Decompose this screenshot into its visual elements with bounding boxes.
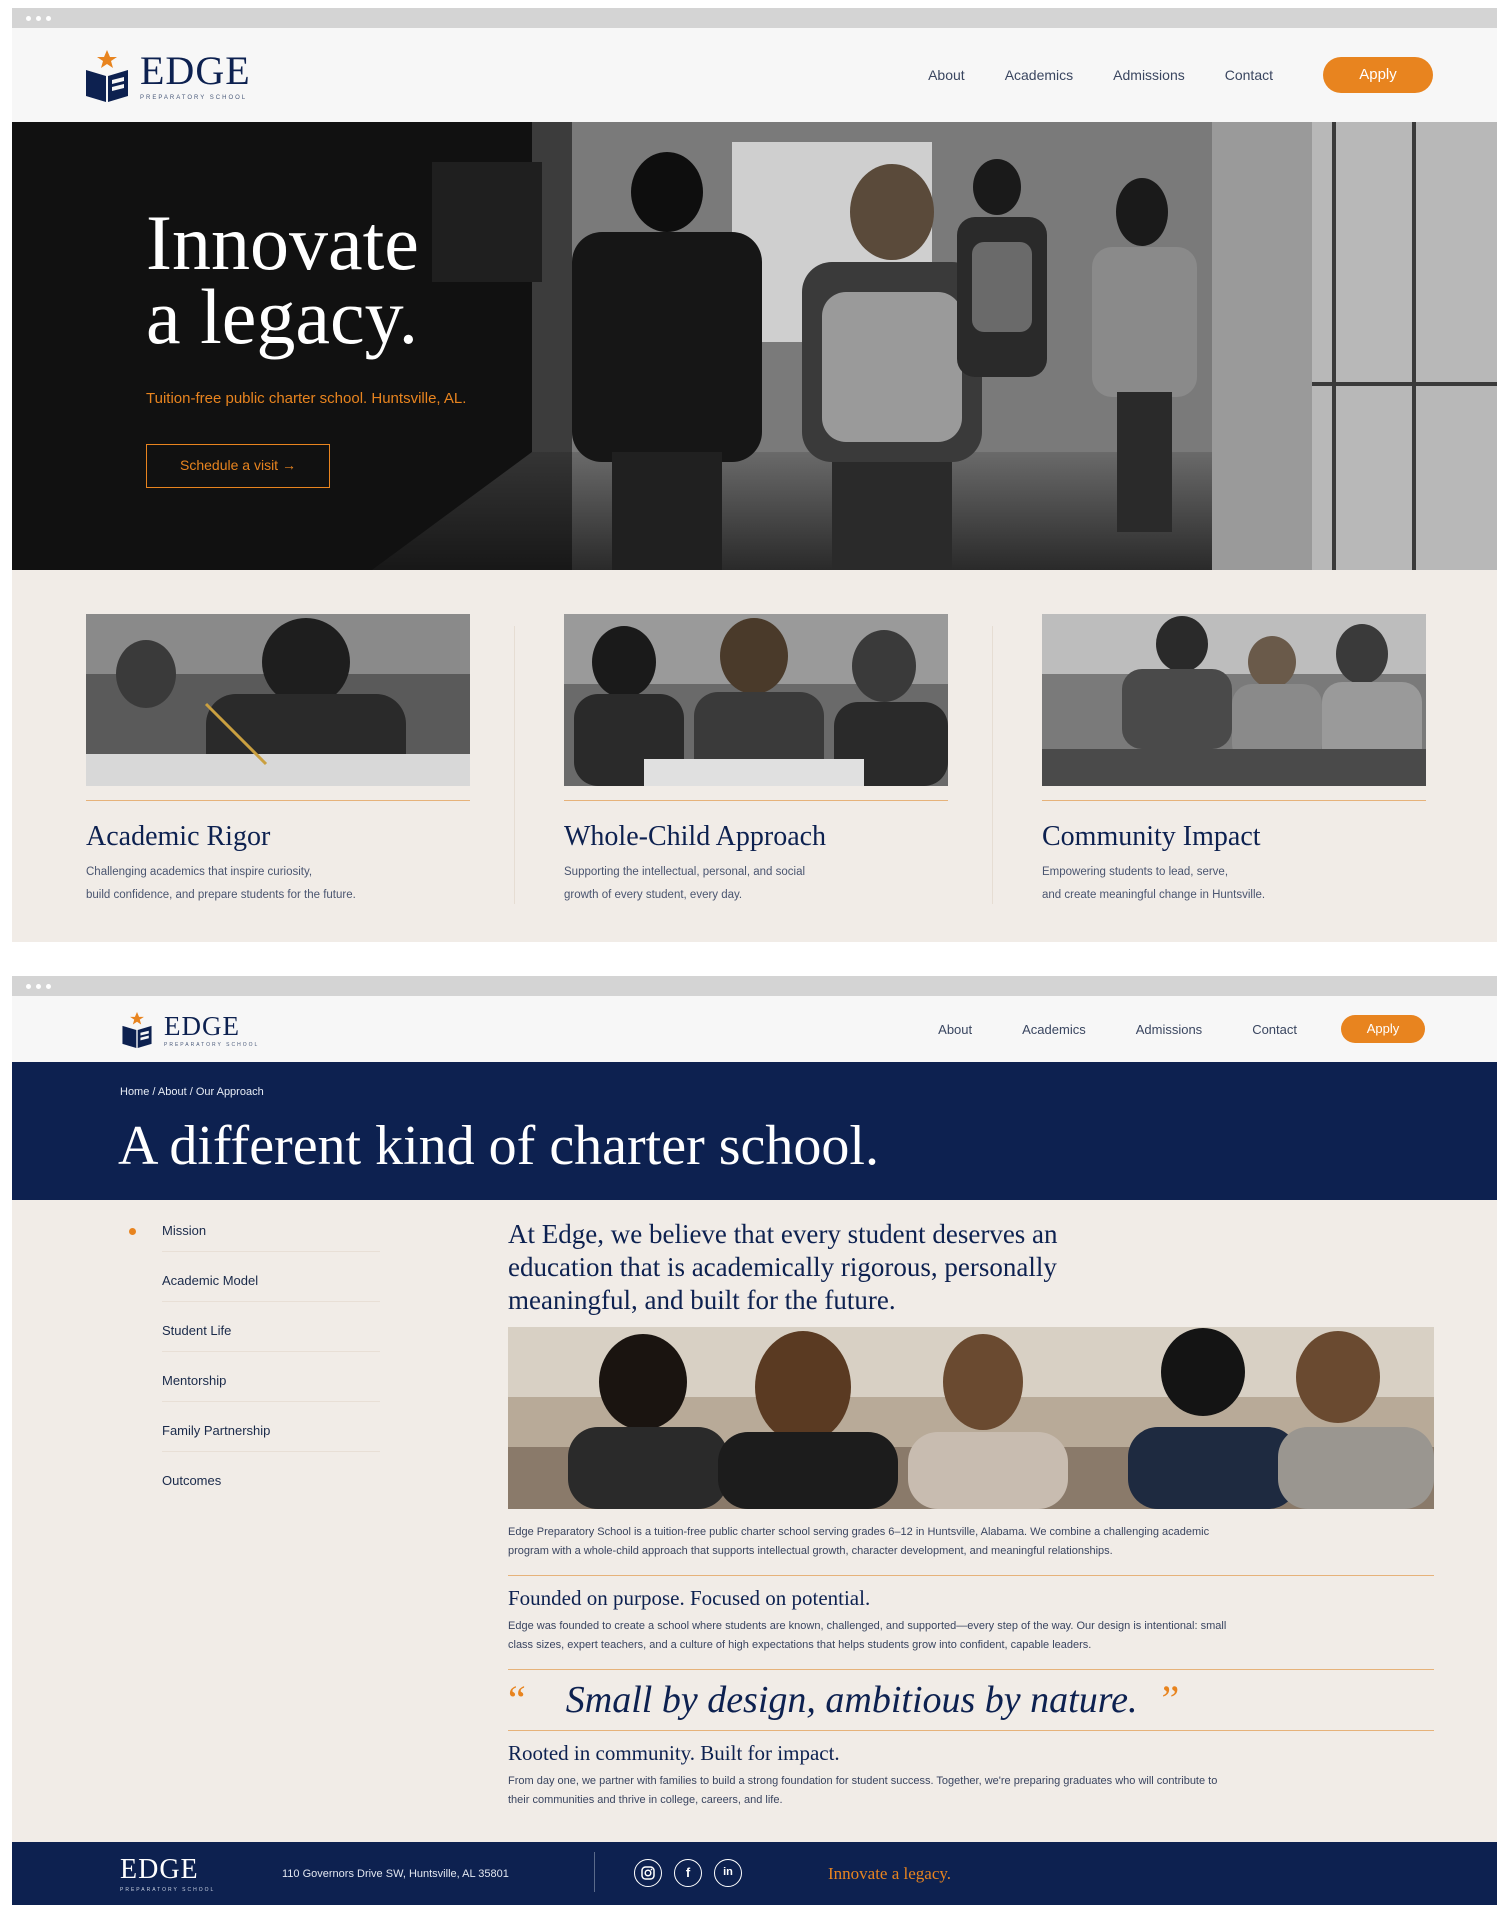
open-quote-icon: “: [508, 1677, 526, 1722]
site-header: EDGE PREPARATORY SCHOOL About Academics …: [12, 996, 1497, 1062]
footer-tagline: Innovate a legacy.: [828, 1864, 952, 1883]
book-star-logo-icon: [86, 50, 128, 102]
card-photo: [564, 614, 948, 786]
sidebar-item-outcomes[interactable]: Outcomes: [120, 1470, 380, 1520]
lead-statement: At Edge, we believe that every student d…: [508, 1219, 1058, 1315]
section-paragraph: Edge was founded to create a school wher…: [508, 1620, 1227, 1651]
nav-academics[interactable]: Academics: [1022, 1022, 1086, 1037]
column-divider: [992, 626, 993, 904]
sidebar-item-mentorship[interactable]: Mentorship: [120, 1370, 380, 1420]
sidebar-item-label: Academic Model: [162, 1273, 259, 1288]
students-with-teacher-photo: [508, 1327, 1434, 1509]
hero-subtitle: Tuition-free public charter school. Hunt…: [146, 390, 467, 407]
breadcrumb[interactable]: Home / About / Our Approach: [120, 1086, 264, 1098]
card-rule: [1042, 800, 1426, 801]
logo-subtitle: PREPARATORY SCHOOL: [140, 95, 248, 101]
intro-paragraph: Edge Preparatory School is a tuition-fre…: [508, 1526, 1210, 1557]
window-dot: [26, 983, 31, 989]
site-footer: EDGE PREPARATORY SCHOOL 110 Governors Dr…: [12, 1842, 1497, 1905]
linkedin-icon[interactable]: in: [714, 1859, 742, 1887]
footer-wordmark: EDGE: [120, 1854, 199, 1885]
card-title: Academic Rigor: [86, 821, 271, 852]
card-title: Whole-Child Approach: [564, 821, 827, 852]
close-quote-icon: ”: [1161, 1677, 1180, 1722]
card-academic-rigor: Academic Rigor Challenging academics tha…: [86, 614, 470, 907]
window-dot: [26, 15, 31, 21]
facebook-icon[interactable]: f: [674, 1859, 702, 1887]
sidebar-item-mission[interactable]: Mission: [120, 1220, 380, 1270]
hero-section: Innovate a legacy. Tuition-free public c…: [12, 122, 1497, 570]
sidebar-item-label: Mentorship: [162, 1373, 227, 1388]
footer-logo[interactable]: EDGE PREPARATORY SCHOOL: [120, 1854, 216, 1894]
section-divider: [508, 1730, 1434, 1731]
home-window: EDGE PREPARATORY SCHOOL About Academics …: [12, 8, 1497, 942]
site-header: EDGE PREPARATORY SCHOOL About Academics …: [12, 28, 1497, 122]
hero-title: Innovate a legacy.: [146, 199, 419, 360]
logo-wordmark: EDGE: [140, 48, 251, 93]
schedule-visit-button[interactable]: Schedule a visit →: [146, 444, 330, 488]
card-rule: [564, 800, 948, 801]
main-nav: About Academics Admissions Contact Apply: [938, 996, 1425, 1062]
footer-logo-subtitle: PREPARATORY SCHOOL: [120, 1887, 216, 1893]
nav-about[interactable]: About: [928, 67, 965, 83]
section-divider: [508, 1575, 1434, 1576]
logo-subtitle: PREPARATORY SCHOOL: [164, 1041, 260, 1048]
apply-button[interactable]: Apply: [1323, 57, 1433, 93]
section-heading: Founded on purpose. Focused on potential…: [508, 1586, 871, 1610]
sidebar-item-family-partnership[interactable]: Family Partnership: [120, 1420, 380, 1470]
classroom-photo: [508, 1327, 1434, 1509]
card-title: Community Impact: [1042, 821, 1261, 852]
active-bullet-icon: [129, 1228, 136, 1235]
section-heading: Rooted in community. Built for impact.: [508, 1741, 840, 1765]
card-text: Supporting the intellectual, personal, a…: [564, 866, 806, 901]
about-window: EDGE PREPARATORY SCHOOL About Academics …: [12, 976, 1497, 1905]
instagram-icon[interactable]: [634, 1859, 662, 1887]
quote-text: Small by design, ambitious by nature.: [565, 1679, 1138, 1721]
pull-quote: “ Small by design, ambitious by nature. …: [508, 1670, 1434, 1730]
card-community-impact: Community Impact Empowering students to …: [1042, 614, 1426, 907]
section-paragraph: From day one, we partner with families t…: [508, 1775, 1218, 1806]
site-logo[interactable]: EDGE PREPARATORY SCHOOL: [86, 50, 251, 102]
sidebar-item-label: Family Partnership: [162, 1423, 271, 1438]
logo-wordmark: EDGE: [164, 1010, 240, 1041]
students-studying-photo: [564, 614, 948, 786]
window-dot: [36, 983, 41, 989]
footer-divider: [594, 1852, 595, 1892]
nav-admissions[interactable]: Admissions: [1113, 67, 1185, 83]
window-dot: [46, 15, 51, 21]
sidebar-item-student-life[interactable]: Student Life: [120, 1320, 380, 1370]
page-title: A different kind of charter school.: [118, 1115, 879, 1177]
students-gardening-photo: [1042, 614, 1426, 786]
window-dot: [36, 15, 41, 21]
nav-contact[interactable]: Contact: [1225, 67, 1273, 83]
apply-button[interactable]: Apply: [1341, 1015, 1425, 1043]
card-photo: [1042, 614, 1426, 786]
nav-academics[interactable]: Academics: [1005, 67, 1073, 83]
nav-admissions[interactable]: Admissions: [1136, 1022, 1202, 1037]
sidebar-item-label: Outcomes: [162, 1473, 222, 1488]
card-photo: [86, 614, 470, 786]
footer-address: 110 Governors Drive SW, Huntsville, AL 3…: [282, 1868, 509, 1880]
main-nav: About Academics Admissions Contact Apply: [928, 28, 1433, 122]
sidebar-item-label: Student Life: [162, 1323, 232, 1338]
browser-chrome: [12, 976, 1497, 996]
card-whole-child: Whole-Child Approach Supporting the inte…: [564, 614, 948, 907]
sidebar-item-label: Mission: [162, 1223, 207, 1238]
book-star-logo-icon: [122, 1012, 152, 1048]
browser-chrome: [12, 8, 1497, 28]
page-banner: Home / About / Our Approach A different …: [12, 1062, 1497, 1200]
nav-contact[interactable]: Contact: [1252, 1022, 1297, 1037]
student-writing-photo: [86, 614, 470, 786]
sidebar-item-academic-model[interactable]: Academic Model: [120, 1270, 380, 1320]
main-content: At Edge, we believe that every student d…: [508, 1218, 1438, 1810]
nav-about[interactable]: About: [938, 1022, 972, 1037]
card-text: Challenging academics that inspire curio…: [86, 866, 356, 901]
card-text: Empowering students to lead, serve, and …: [1042, 866, 1266, 901]
card-rule: [86, 800, 470, 801]
window-dot: [46, 983, 51, 989]
social-links: f in: [634, 1859, 742, 1887]
site-logo[interactable]: EDGE PREPARATORY SCHOOL: [122, 1012, 259, 1048]
section-sidebar: Mission Academic Model Student Life Ment…: [120, 1220, 380, 1520]
column-divider: [514, 626, 515, 904]
